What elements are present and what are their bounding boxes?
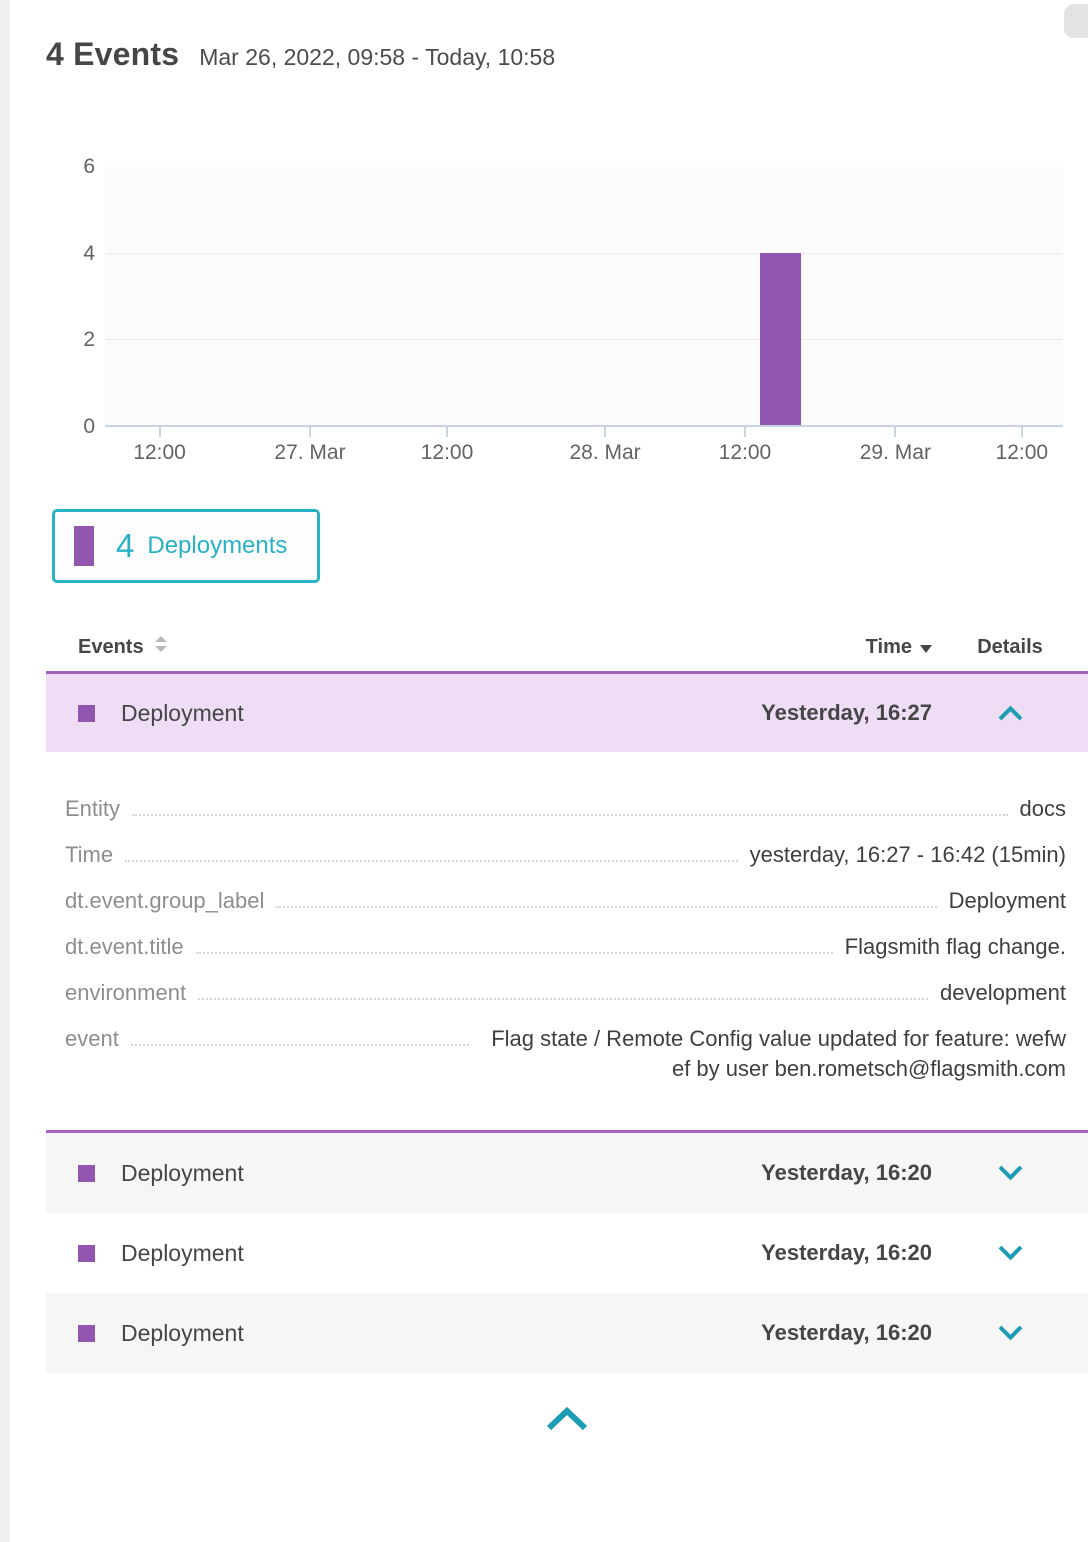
detail-row: event Flag state / Remote Config value u…: [65, 1024, 1066, 1084]
sort-icon: [154, 635, 168, 659]
detail-row: environment development: [65, 978, 1066, 1008]
detail-label: environment: [65, 978, 186, 1008]
expand-row-button[interactable]: [948, 1245, 1088, 1261]
table-row[interactable]: Deployment Yesterday, 16:20: [46, 1133, 1088, 1213]
deployments-swatch: [74, 526, 94, 566]
x-tick-label: 28. Mar: [569, 441, 640, 465]
detail-value: Flag state / Remote Config value updated…: [481, 1024, 1066, 1084]
detail-label: dt.event.group_label: [65, 886, 264, 916]
detail-value: Flagsmith flag change.: [845, 932, 1066, 962]
chart-plot-area: [105, 167, 1063, 427]
detail-label: event: [65, 1024, 119, 1054]
y-tick-label: 4: [10, 242, 95, 266]
detail-row: Time yesterday, 16:27 - 16:42 (15min): [65, 840, 1066, 870]
detail-value: development: [940, 978, 1066, 1008]
x-tick-label: 12:00: [421, 441, 474, 465]
detail-label: Time: [65, 840, 113, 870]
detail-value: yesterday, 16:27 - 16:42 (15min): [750, 840, 1066, 870]
detail-row: dt.event.group_label Deployment: [65, 886, 1066, 916]
page-title: 4 Events: [46, 36, 179, 73]
event-time: Yesterday, 16:27: [761, 700, 948, 726]
x-tick: [446, 427, 448, 437]
dotted-leader: [196, 932, 833, 954]
detail-row: dt.event.title Flagsmith flag change.: [65, 932, 1066, 962]
sort-desc-icon: [920, 636, 932, 659]
column-header-details: Details: [948, 636, 1088, 659]
x-tick: [604, 427, 606, 437]
chevron-down-icon: [997, 1165, 1024, 1181]
gridline: [105, 339, 1063, 340]
event-type-label: Deployment: [121, 1320, 244, 1347]
chevron-up-icon: [997, 705, 1024, 721]
dotted-leader: [131, 1024, 469, 1046]
column-header-events[interactable]: Events: [78, 635, 168, 659]
events-chart: 6 4 2 0 12:00 27. Mar 12:00 28. Mar 12:0…: [10, 129, 1088, 469]
event-time: Yesterday, 16:20: [761, 1320, 948, 1346]
timeframe-label: Mar 26, 2022, 09:58 - Today, 10:58: [199, 44, 555, 71]
event-type-label: Deployment: [121, 1160, 244, 1187]
deployment-swatch: [78, 1325, 95, 1342]
y-tick-label: 6: [10, 155, 95, 179]
y-tick-label: 2: [10, 328, 95, 352]
event-time: Yesterday, 16:20: [761, 1240, 948, 1266]
x-tick-label: 12:00: [996, 441, 1049, 465]
x-axis-labels: 12:00 27. Mar 12:00 28. Mar 12:00 29. Ma…: [105, 441, 1063, 467]
collapse-list-control: [46, 1407, 1088, 1432]
event-type-label: Deployment: [121, 1240, 244, 1267]
event-time: Yesterday, 16:20: [761, 1160, 948, 1186]
expanded-event-group: Deployment Yesterday, 16:27 Entity docs …: [46, 671, 1088, 1133]
x-tick: [894, 427, 896, 437]
collapse-row-button[interactable]: [948, 705, 1088, 721]
dotted-leader: [132, 794, 1007, 816]
detail-row: Entity docs: [65, 794, 1066, 824]
dotted-leader: [198, 978, 928, 1000]
x-tick: [744, 427, 746, 437]
event-type-label: Deployment: [121, 700, 244, 727]
legend-deployments-button[interactable]: 4 Deployments: [52, 509, 320, 583]
detail-value: Deployment: [949, 886, 1066, 916]
x-tick-label: 12:00: [719, 441, 772, 465]
deployment-bar[interactable]: [760, 253, 801, 425]
table-header-row: Events Time Details: [46, 623, 1088, 671]
events-header-label: Events: [78, 636, 144, 659]
deployment-swatch: [78, 1165, 95, 1182]
panel-edge: [0, 0, 10, 1542]
dotted-leader: [125, 840, 738, 862]
chevron-down-icon: [997, 1325, 1024, 1341]
x-tick-label: 29. Mar: [860, 441, 931, 465]
deployment-swatch: [78, 1245, 95, 1262]
details-header-label: Details: [977, 636, 1043, 659]
chevron-down-icon: [997, 1245, 1024, 1261]
x-tick: [309, 427, 311, 437]
page-header: 4 Events Mar 26, 2022, 09:58 - Today, 10…: [46, 36, 1088, 73]
events-table: Events Time Details Deployment Yesterday…: [46, 623, 1088, 1432]
dotted-leader: [276, 886, 936, 908]
x-tick: [159, 427, 161, 437]
detail-label: dt.event.title: [65, 932, 184, 962]
x-tick: [1021, 427, 1023, 437]
table-row-expanded[interactable]: Deployment Yesterday, 16:27: [46, 674, 1088, 752]
detail-label: Entity: [65, 794, 120, 824]
x-tick-label: 12:00: [133, 441, 186, 465]
gridline: [105, 253, 1063, 254]
legend-label: Deployments: [147, 532, 287, 560]
expand-row-button[interactable]: [948, 1325, 1088, 1341]
legend-count: 4: [116, 527, 134, 565]
collapse-list-button[interactable]: [544, 1407, 590, 1432]
y-axis-labels: 6 4 2 0: [10, 167, 95, 427]
event-details-panel: Entity docs Time yesterday, 16:27 - 16:4…: [46, 752, 1088, 1130]
events-panel: 4 Events Mar 26, 2022, 09:58 - Today, 10…: [10, 0, 1088, 1432]
detail-value: docs: [1020, 794, 1066, 824]
y-tick-label: 0: [10, 415, 95, 439]
expand-row-button[interactable]: [948, 1165, 1088, 1181]
table-row[interactable]: Deployment Yesterday, 16:20: [46, 1213, 1088, 1293]
x-tick-label: 27. Mar: [274, 441, 345, 465]
time-header-label: Time: [866, 636, 912, 659]
table-row[interactable]: Deployment Yesterday, 16:20: [46, 1293, 1088, 1373]
column-header-time[interactable]: Time: [866, 636, 948, 659]
collapsed-rows: Deployment Yesterday, 16:20 Deployment Y…: [46, 1133, 1088, 1373]
deployment-swatch: [78, 705, 95, 722]
chevron-up-icon: [544, 1407, 590, 1432]
